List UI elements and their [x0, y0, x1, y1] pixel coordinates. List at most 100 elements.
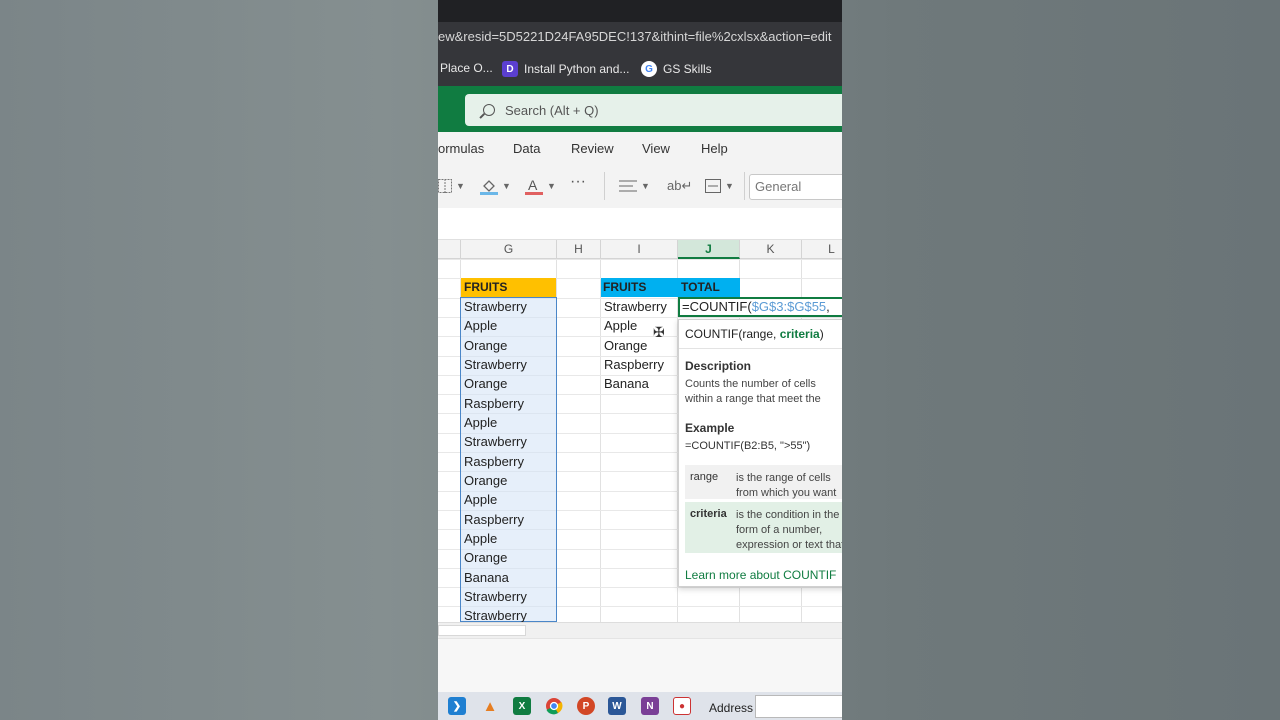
column-header-k[interactable]: K [740, 240, 802, 259]
cell-g[interactable]: Banana [461, 568, 509, 587]
tab-view[interactable]: View [642, 141, 670, 156]
column-header-i[interactable]: I [601, 240, 678, 259]
cell-g[interactable]: Orange [461, 336, 507, 355]
bookmark-label: Place O... [440, 61, 493, 75]
sheet-tabs-area [438, 638, 842, 692]
signature-criteria: criteria [779, 327, 820, 341]
formula-bar-area [438, 208, 842, 240]
ribbon-tabs: ormulas Data Review View Help [438, 132, 842, 164]
cell-g[interactable]: Raspberry [461, 452, 524, 471]
cell-g[interactable]: Apple [461, 316, 497, 335]
wrap-text-icon: ab↵ [667, 178, 693, 193]
active-cell-editor[interactable]: =COUNTIF($G$3:$G$55, [678, 297, 842, 317]
cell-i[interactable]: Banana [601, 374, 649, 393]
cell-g[interactable]: Strawberry [461, 432, 527, 451]
word-icon[interactable]: W [608, 697, 626, 715]
bookmark-place[interactable]: Place O... [440, 61, 493, 75]
bookmark-label: Install Python and... [524, 62, 630, 76]
argument-name: range [690, 471, 719, 483]
cell-i[interactable]: Orange [601, 336, 647, 355]
scrollbar-thumb[interactable] [438, 625, 526, 636]
cell-i[interactable]: Raspberry [601, 355, 664, 374]
screen-capture: ew&resid=5D5221D24FA95DEC!137&ithint=fil… [438, 0, 842, 720]
more-icon: ··· [570, 173, 586, 190]
bookmark-gs-skills[interactable]: G GS Skills [641, 61, 712, 77]
cell-g[interactable]: Apple [461, 413, 497, 432]
column-header-j[interactable]: J [678, 240, 740, 259]
argument-criteria: criteria is the condition in the form of… [685, 502, 842, 553]
argument-desc: is the range of cells from which you wan… [736, 472, 837, 499]
cell-g[interactable]: Raspberry [461, 394, 524, 413]
tab-data[interactable]: Data [513, 141, 540, 156]
fruits-header-g[interactable]: FRUITS [461, 278, 556, 297]
fill-color-button[interactable]: ▼ [480, 176, 511, 196]
cell-g[interactable]: Strawberry [461, 297, 527, 316]
bookmark-install-python[interactable]: D Install Python and... [502, 61, 629, 77]
address-bar[interactable]: ew&resid=5D5221D24FA95DEC!137&ithint=fil… [438, 22, 842, 52]
horizontal-scrollbar[interactable] [438, 622, 842, 638]
align-button[interactable]: ▼ [619, 176, 650, 196]
wrap-text-button[interactable]: ab↵ [667, 176, 692, 196]
divider [679, 348, 842, 349]
cell-g[interactable]: Strawberry [461, 587, 527, 606]
chevron-down-icon: ▼ [456, 181, 465, 191]
merge-cells-icon [705, 179, 721, 193]
google-icon: G [641, 61, 657, 77]
more-options-button[interactable]: ··· [570, 172, 586, 192]
function-tooltip: COUNTIF(range, criteria) Description Cou… [678, 319, 842, 587]
gridline [438, 259, 842, 260]
column-header-h[interactable]: H [557, 240, 601, 259]
address-input[interactable] [755, 695, 842, 718]
column-header-g[interactable]: G [461, 240, 557, 259]
cell-g[interactable]: Orange [461, 548, 507, 567]
toolbar-divider [744, 172, 745, 200]
search-box[interactable]: Search (Alt + Q) [465, 94, 842, 126]
number-format-select[interactable]: General [749, 174, 842, 200]
address-label: Address [709, 701, 754, 715]
screen-recorder-icon[interactable]: ● [673, 697, 691, 715]
tab-formulas[interactable]: ormulas [438, 141, 484, 156]
font-color-button[interactable]: A ▼ [525, 176, 556, 196]
chevron-down-icon: ▼ [502, 181, 511, 191]
merge-button[interactable]: ▼ [705, 176, 734, 196]
borders-button[interactable]: ▼ [438, 176, 465, 196]
excel-icon[interactable]: X [513, 697, 531, 715]
align-left-icon [619, 180, 637, 192]
formula-suffix: , [826, 299, 830, 314]
column-header-partial [438, 240, 461, 259]
learn-more-link[interactable]: Learn more about COUNTIF [685, 568, 836, 582]
tab-help[interactable]: Help [701, 141, 728, 156]
cell-i[interactable]: Strawberry [601, 297, 667, 316]
column-header-l[interactable]: L [802, 240, 842, 259]
python-course-icon: D [502, 61, 518, 77]
tab-review[interactable]: Review [571, 141, 614, 156]
fruits-header-i[interactable]: FRUITS [601, 278, 678, 297]
onenote-icon[interactable]: N [641, 697, 659, 715]
cell-g[interactable]: Strawberry [461, 355, 527, 374]
excel-header: Search (Alt + Q) [438, 86, 842, 132]
total-header[interactable]: TOTAL [678, 278, 740, 297]
signature-close: ) [819, 327, 824, 341]
vscode-icon[interactable]: ❯ [448, 697, 466, 715]
vlc-icon[interactable]: ▲ [481, 697, 499, 715]
bookmark-label: GS Skills [663, 62, 712, 76]
chevron-down-icon: ▼ [725, 181, 734, 191]
function-signature: COUNTIF(range, criteria) [685, 327, 824, 341]
cell-g[interactable]: Apple [461, 490, 497, 509]
chevron-down-icon: ▼ [547, 181, 556, 191]
cell-g[interactable]: Orange [461, 471, 507, 490]
cell-i[interactable]: Apple [601, 316, 637, 335]
windows-taskbar: ❯ ▲ X P W N ● Address [438, 692, 842, 720]
argument-desc: is the condition in the form of a number… [736, 509, 842, 551]
powerpoint-icon[interactable]: P [577, 697, 595, 715]
cell-g[interactable]: Raspberry [461, 510, 524, 529]
column-headers: G H I J K L [438, 240, 842, 259]
cell-g[interactable]: Orange [461, 374, 507, 393]
ribbon-toolbar: ▼ ▼ A ▼ ··· ▼ ab↵ ▼ General [438, 164, 842, 208]
mouse-cursor-icon: ✠ [653, 324, 665, 340]
chrome-icon[interactable] [545, 697, 563, 715]
borders-icon [438, 179, 452, 193]
description-text: Counts the number of cells within a rang… [685, 378, 821, 409]
svg-text:A: A [528, 177, 538, 193]
cell-g[interactable]: Apple [461, 529, 497, 548]
